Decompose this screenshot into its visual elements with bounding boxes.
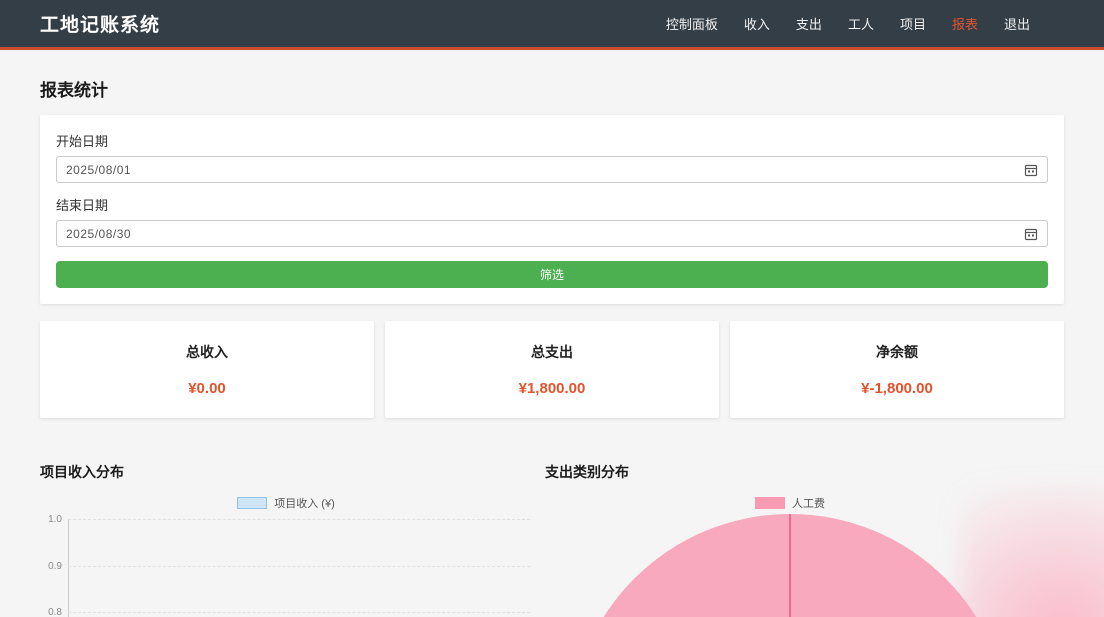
- gridline: [68, 612, 530, 613]
- summary-cards-row: 总收入 ¥0.00 总支出 ¥1,800.00 净余额 ¥-1,800.00: [40, 321, 1064, 418]
- y-tick-label: 0.8: [40, 607, 62, 617]
- filter-submit-button[interactable]: 筛选: [56, 261, 1048, 288]
- nav-item-reports[interactable]: 报表: [952, 14, 978, 33]
- page-title: 报表统计: [40, 76, 1064, 101]
- end-date-label: 结束日期: [56, 195, 1048, 214]
- end-date-input[interactable]: 2025/08/30: [56, 220, 1048, 247]
- nav-item-income[interactable]: 收入: [744, 14, 770, 33]
- bar-chart-plot-area: 1.0 0.9 0.8: [40, 515, 532, 617]
- start-date-input[interactable]: 2025/08/01: [56, 156, 1048, 183]
- gridline: [68, 519, 530, 520]
- nav-item-logout[interactable]: 退出: [1004, 14, 1030, 33]
- bar-chart-legend[interactable]: 项目收入 (¥): [40, 496, 532, 510]
- legend-swatch-pink: [755, 497, 785, 509]
- charts-row: 项目收入分布 项目收入 (¥) 1.0 0.9 0.8: [40, 462, 1064, 617]
- project-income-chart: 项目收入分布 项目收入 (¥) 1.0 0.9 0.8: [40, 462, 532, 617]
- nav-item-workers[interactable]: 工人: [848, 14, 874, 33]
- net-balance-card: 净余额 ¥-1,800.00: [730, 321, 1064, 418]
- card-value: ¥1,800.00: [519, 380, 586, 397]
- start-date-value: 2025/08/01: [66, 163, 131, 177]
- chart-title: 支出类别分布: [545, 462, 1035, 482]
- date-filter-panel: 开始日期 2025/08/01 结束日期 2025/08/30: [40, 115, 1064, 304]
- card-title: 净余额: [876, 342, 918, 362]
- gridline: [68, 566, 530, 567]
- expense-category-chart: 支出类别分布 人工费: [545, 462, 1035, 617]
- card-title: 总支出: [531, 342, 573, 362]
- total-income-card: 总收入 ¥0.00: [40, 321, 374, 418]
- calendar-icon[interactable]: [1024, 163, 1038, 177]
- top-navbar: 工地记账系统 控制面板 收入 支出 工人 项目 报表 退出: [0, 0, 1104, 50]
- start-date-label: 开始日期: [56, 131, 1048, 150]
- legend-label: 项目收入 (¥): [274, 495, 335, 511]
- card-value: ¥0.00: [188, 380, 226, 397]
- total-expense-card: 总支出 ¥1,800.00: [385, 321, 719, 418]
- nav-menu: 控制面板 收入 支出 工人 项目 报表 退出: [666, 14, 1030, 33]
- nav-item-expense[interactable]: 支出: [796, 14, 822, 33]
- end-date-value: 2025/08/30: [66, 227, 131, 241]
- nav-item-dashboard[interactable]: 控制面板: [666, 14, 718, 33]
- legend-swatch-blue: [237, 497, 267, 509]
- card-value: ¥-1,800.00: [861, 380, 933, 397]
- y-axis-line: [68, 519, 69, 617]
- nav-item-projects[interactable]: 项目: [900, 14, 926, 33]
- pie-chart-legend[interactable]: 人工费: [545, 496, 1035, 510]
- legend-label: 人工费: [792, 495, 825, 511]
- card-title: 总收入: [186, 342, 228, 362]
- chart-title: 项目收入分布: [40, 462, 532, 482]
- main-content: 报表统计 开始日期 2025/08/01 结束日期 2025/08/30: [0, 76, 1104, 617]
- app-title: 工地记账系统: [40, 10, 160, 37]
- calendar-icon[interactable]: [1024, 227, 1038, 241]
- y-tick-label: 1.0: [40, 514, 62, 525]
- pie-slice-border: [789, 514, 791, 617]
- y-tick-label: 0.9: [40, 561, 62, 572]
